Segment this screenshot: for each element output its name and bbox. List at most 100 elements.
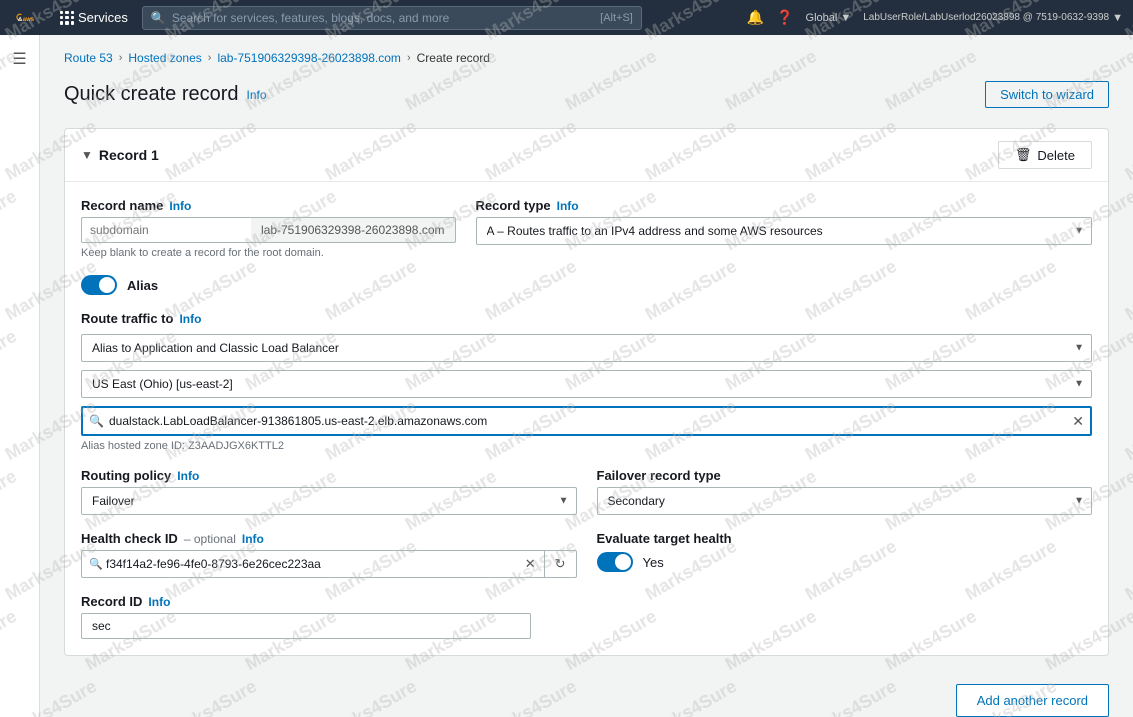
record-id-info-link[interactable]: Info	[148, 595, 170, 609]
top-navbar: aws Services 🔍 [Alt+S] 🔔 ❓ Global ▼ LabU…	[0, 0, 1133, 35]
eval-health-toggle-row: Yes	[597, 552, 1093, 572]
record-name-group: Record name Info lab-751906329398-260238…	[81, 198, 456, 259]
health-check-group: Health check ID – optional Info 🔍 ✕ ↻	[81, 531, 577, 578]
hc-clear-icon[interactable]: ✕	[525, 556, 536, 572]
evaluate-health-group: Evaluate target health Yes	[597, 531, 1093, 578]
breadcrumb: Route 53 › Hosted zones › lab-7519063293…	[64, 51, 1109, 65]
breadcrumb-current: Create record	[417, 51, 490, 65]
record-name-label: Record name Info	[81, 198, 456, 213]
routing-policy-info-link[interactable]: Info	[177, 469, 199, 483]
breadcrumb-sep-1: ›	[119, 52, 123, 64]
services-label: Services	[78, 10, 128, 25]
refresh-button[interactable]: ↻	[544, 550, 577, 578]
alias-row: Alias	[81, 275, 1092, 295]
page-title-area: Quick create record Info	[64, 83, 267, 106]
search-input[interactable]	[172, 11, 594, 25]
account-menu[interactable]: LabUserRole/LabUserlod26023898 @ 7519-06…	[863, 12, 1123, 24]
route-traffic-section-label: Route traffic to Info	[81, 311, 1092, 326]
lb-search-icon: 🔍	[89, 414, 104, 428]
alias-zone-hint: Alias hosted zone ID: Z3AADJGX6KTTL2	[81, 440, 1092, 452]
region-select-inner: US East (Ohio) [us-east-2] ▼	[81, 370, 1092, 398]
record-id-label: Record ID Info	[81, 594, 1092, 609]
page-info-link[interactable]: Info	[247, 88, 267, 102]
routing-policy-label: Routing policy Info	[81, 468, 577, 483]
routing-policy-select-wrapper: Failover ▼	[81, 487, 577, 515]
form-row-1: Record name Info lab-751906329398-260238…	[81, 198, 1092, 259]
record-title-text: Record 1	[99, 147, 159, 163]
record-card: ▼ Record 1 🗑 Delete Record name Info	[64, 128, 1109, 656]
page-title: Quick create record	[64, 83, 239, 106]
record-id-input[interactable]	[81, 613, 531, 639]
eval-health-toggle[interactable]	[597, 552, 633, 572]
subdomain-input[interactable]	[81, 217, 251, 243]
routing-policy-select[interactable]: Failover	[81, 487, 577, 515]
services-menu[interactable]: Services	[54, 6, 134, 29]
breadcrumb-domain[interactable]: lab-751906329398-26023898.com	[217, 51, 401, 65]
toggle-knob	[99, 277, 115, 293]
domain-suffix: lab-751906329398-26023898.com	[251, 217, 456, 243]
breadcrumb-sep-3: ›	[407, 52, 411, 64]
hamburger-icon[interactable]: ☰	[12, 49, 26, 69]
search-icon: 🔍	[151, 11, 166, 25]
route-traffic-select[interactable]: Alias to Application and Classic Load Ba…	[81, 334, 1092, 362]
bell-icon[interactable]: 🔔	[747, 9, 764, 26]
delete-button[interactable]: 🗑 Delete	[998, 141, 1092, 169]
hc-input-wrapper: 🔍 ✕	[81, 550, 544, 578]
breadcrumb-sep-2: ›	[208, 52, 212, 64]
failover-select[interactable]: Secondary	[597, 487, 1093, 515]
svg-text:aws: aws	[23, 17, 35, 23]
health-section: Health check ID – optional Info 🔍 ✕ ↻	[81, 531, 1092, 578]
record-title: ▼ Record 1	[81, 147, 159, 163]
page-header: Quick create record Info Switch to wizar…	[64, 81, 1109, 108]
help-icon[interactable]: ❓	[776, 9, 793, 26]
record-type-select[interactable]: A – Routes traffic to an IPv4 address an…	[476, 217, 1093, 245]
region-select-wrapper: US East (Ohio) [us-east-2] ▼	[81, 370, 1092, 398]
record-header: ▼ Record 1 🗑 Delete	[65, 129, 1108, 182]
eval-health-knob	[615, 554, 631, 570]
navbar-right: 🔔 ❓ Global ▼ LabUserRole/LabUserlod26023…	[747, 9, 1123, 26]
lb-clear-icon[interactable]: ✕	[1072, 413, 1084, 430]
record-body: Record name Info lab-751906329398-260238…	[65, 182, 1108, 655]
chevron-down-icon: ▼	[81, 148, 93, 162]
route-traffic-option-wrapper: Alias to Application and Classic Load Ba…	[81, 334, 1092, 362]
delete-icon: 🗑	[1015, 147, 1032, 163]
eval-yes-label: Yes	[643, 555, 664, 570]
domain-input-group: lab-751906329398-26023898.com	[81, 217, 456, 243]
health-check-info-link[interactable]: Info	[242, 532, 264, 546]
record-type-select-wrapper: A – Routes traffic to an IPv4 address an…	[476, 217, 1093, 245]
lb-search-wrapper: 🔍 ✕	[81, 406, 1092, 436]
grid-icon	[60, 11, 74, 25]
health-check-input-row: 🔍 ✕ ↻	[81, 550, 577, 578]
record-type-group: Record type Info A – Routes traffic to a…	[476, 198, 1093, 259]
sidebar-toggle[interactable]: ☰	[0, 35, 40, 717]
breadcrumb-hosted-zones[interactable]: Hosted zones	[128, 51, 201, 65]
route-traffic-info-link[interactable]: Info	[179, 312, 201, 326]
health-check-input[interactable]	[81, 550, 544, 578]
record-name-hint: Keep blank to create a record for the ro…	[81, 247, 456, 259]
lb-search-input[interactable]	[81, 406, 1092, 436]
failover-record-type-group: Failover record type Secondary ▼	[597, 468, 1093, 515]
region-select[interactable]: US East (Ohio) [us-east-2]	[81, 370, 1092, 398]
routing-policy-group: Routing policy Info Failover ▼	[81, 468, 577, 515]
hc-search-icon: 🔍	[89, 558, 103, 571]
record-type-info-link[interactable]: Info	[557, 199, 579, 213]
record-name-info-link[interactable]: Info	[169, 199, 191, 213]
region-selector[interactable]: Global ▼	[806, 12, 852, 24]
search-shortcut: [Alt+S]	[600, 12, 633, 24]
record-type-label: Record type Info	[476, 198, 1093, 213]
failover-record-type-label: Failover record type	[597, 468, 1093, 483]
routing-section: Routing policy Info Failover ▼ Failove	[81, 468, 1092, 515]
aws-logo-area[interactable]: aws	[10, 7, 46, 29]
route-traffic-select-wrapper: Alias to Application and Classic Load Ba…	[81, 334, 1092, 362]
main-content: Route 53 › Hosted zones › lab-7519063293…	[40, 35, 1133, 717]
load-balancer-search-wrapper: 🔍 ✕	[81, 406, 1092, 436]
add-another-record-button[interactable]: Add another record	[956, 684, 1109, 717]
global-search[interactable]: 🔍 [Alt+S]	[142, 6, 642, 30]
failover-select-wrapper: Secondary ▼	[597, 487, 1093, 515]
switch-wizard-button[interactable]: Switch to wizard	[985, 81, 1109, 108]
alias-toggle[interactable]	[81, 275, 117, 295]
optional-text: – optional	[184, 532, 236, 546]
page-footer: Add another record	[64, 672, 1109, 717]
alias-label: Alias	[127, 278, 158, 293]
breadcrumb-route53[interactable]: Route 53	[64, 51, 113, 65]
